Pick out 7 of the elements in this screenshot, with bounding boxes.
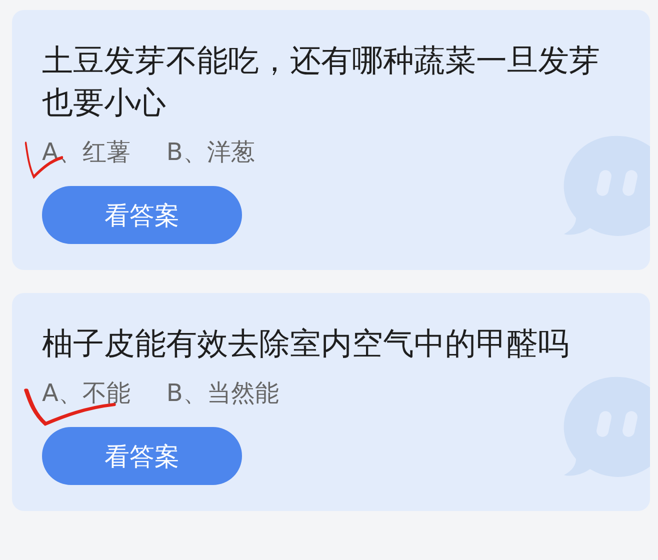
answer-option: B、当然能 [166,379,279,407]
answer-option: A、不能 [42,379,130,407]
view-answer-button[interactable]: 看答案 [42,427,242,485]
view-answer-button[interactable]: 看答案 [42,186,242,244]
question-title: 土豆发芽不能吃，还有哪种蔬菜一旦发芽也要小心 [42,42,601,123]
answer-option: B、洋葱 [166,138,255,166]
question-title: 柚子皮能有效去除室内空气中的甲醛吗 [42,325,570,364]
